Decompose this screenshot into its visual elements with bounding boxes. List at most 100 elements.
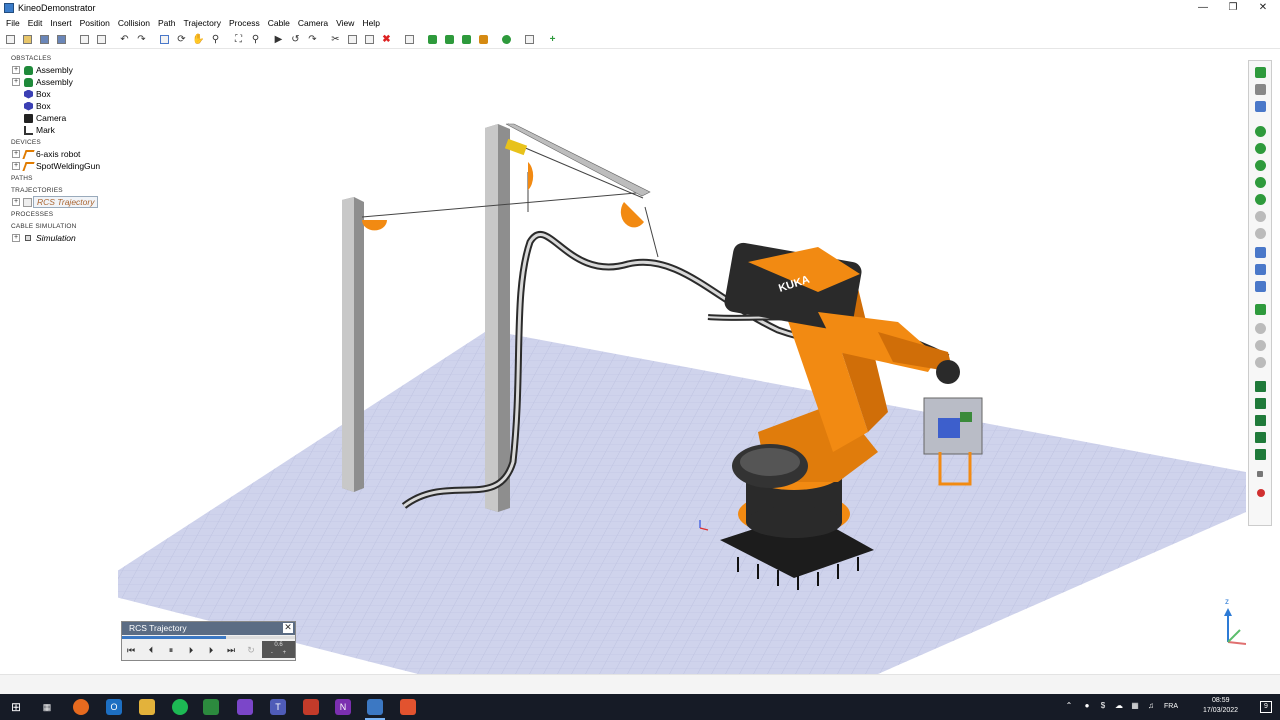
speed-minus-button[interactable]: -: [271, 650, 273, 656]
spotify-icon[interactable]: [172, 699, 188, 715]
reset-icon[interactable]: ↺: [289, 33, 302, 46]
layer-icon[interactable]: [1255, 415, 1266, 426]
menu-process[interactable]: Process: [227, 18, 266, 28]
network-icon[interactable]: ▦: [1130, 701, 1140, 711]
zoom-out-icon[interactable]: [1255, 143, 1266, 154]
import-icon[interactable]: [78, 33, 91, 46]
play-icon[interactable]: ▶: [272, 33, 285, 46]
maximize-button[interactable]: ❐: [1218, 0, 1248, 16]
menu-collision[interactable]: Collision: [116, 18, 156, 28]
tree-item-rcs-trajectory[interactable]: + RCS Trajectory: [0, 196, 118, 208]
save-icon[interactable]: [38, 33, 51, 46]
tree-item-camera[interactable]: Camera: [0, 112, 118, 124]
menu-view[interactable]: View: [334, 18, 360, 28]
menu-trajectory[interactable]: Trajectory: [182, 18, 227, 28]
outlook-icon[interactable]: O: [106, 699, 122, 715]
expand-icon[interactable]: +: [12, 198, 20, 206]
menu-position[interactable]: Position: [78, 18, 116, 28]
app-icon[interactable]: [400, 699, 416, 715]
layer-icon[interactable]: [1255, 381, 1266, 392]
go-start-button[interactable]: ⏮: [124, 643, 138, 657]
player-progress-bar[interactable]: [122, 636, 295, 639]
view-icon[interactable]: [1255, 67, 1266, 78]
volume-icon[interactable]: ♫: [1146, 701, 1156, 711]
paste-icon[interactable]: [363, 33, 376, 46]
menu-file[interactable]: File: [4, 18, 26, 28]
redo-icon[interactable]: ↷: [135, 33, 148, 46]
optimizer-icon[interactable]: [443, 33, 456, 46]
layer-icon[interactable]: [1255, 398, 1266, 409]
menu-cable[interactable]: Cable: [266, 18, 296, 28]
expand-icon[interactable]: +: [12, 66, 20, 74]
loop-icon[interactable]: ↻: [244, 643, 258, 657]
delete-icon[interactable]: ✖: [380, 33, 393, 46]
zoom-disabled-icon[interactable]: [1255, 228, 1266, 239]
menu-help[interactable]: Help: [360, 18, 385, 28]
cloud-icon[interactable]: ☁: [1114, 701, 1124, 711]
pause-button[interactable]: ⏸: [164, 643, 178, 657]
clock-date[interactable]: 17/03/2022: [1203, 707, 1238, 714]
dollar-icon[interactable]: $: [1098, 701, 1108, 711]
axis-icon[interactable]: [1255, 264, 1266, 275]
menu-path[interactable]: Path: [156, 18, 182, 28]
firefox-icon[interactable]: [73, 699, 89, 715]
rotate-alt-icon[interactable]: [1255, 340, 1266, 351]
microphone-icon[interactable]: ●: [1082, 701, 1092, 711]
layer-icon[interactable]: [1255, 449, 1266, 460]
language-indicator[interactable]: FRA: [1164, 703, 1178, 710]
rotate-reset-icon[interactable]: [1255, 357, 1266, 368]
speed-plus-button[interactable]: +: [283, 650, 287, 656]
step-forward-button[interactable]: ⏵: [204, 643, 218, 657]
minimize-button[interactable]: —: [1188, 0, 1218, 16]
task-view-icon[interactable]: ▦: [39, 699, 55, 715]
transform-icon[interactable]: [523, 33, 536, 46]
fit-all-icon[interactable]: ⛶: [232, 33, 245, 46]
menu-edit[interactable]: Edit: [26, 18, 49, 28]
view-top-icon[interactable]: [1255, 101, 1266, 112]
tree-item-assembly[interactable]: + Assembly: [0, 64, 118, 76]
layer-icon[interactable]: [1255, 432, 1266, 443]
3d-viewport[interactable]: KUKA z: [118, 52, 1246, 674]
pick-icon[interactable]: [1257, 471, 1263, 477]
tree-item-simulation[interactable]: + Simulation: [0, 232, 118, 244]
app-icon[interactable]: [303, 699, 319, 715]
expand-icon[interactable]: +: [12, 78, 20, 86]
kineo-app-icon[interactable]: [365, 699, 385, 720]
frame-icon[interactable]: [1255, 247, 1266, 258]
chevron-up-icon[interactable]: ⌃: [1064, 701, 1074, 711]
zoom-in-icon[interactable]: [1255, 126, 1266, 137]
zoom-disabled-icon[interactable]: [1255, 211, 1266, 222]
play-button[interactable]: ⏵: [184, 643, 198, 657]
undo-icon[interactable]: ↶: [118, 33, 131, 46]
select-icon[interactable]: [158, 33, 171, 46]
windows-start-icon[interactable]: ⊞: [8, 699, 24, 715]
export-icon[interactable]: [95, 33, 108, 46]
sheets-icon[interactable]: [203, 699, 219, 715]
speed-control[interactable]: 0.6 - +: [262, 641, 295, 658]
expand-icon[interactable]: +: [12, 162, 20, 170]
tree-item-6-axis-robot[interactable]: + 6-axis robot: [0, 148, 118, 160]
tree-item-box[interactable]: Box: [0, 100, 118, 112]
onenote-icon[interactable]: N: [335, 699, 351, 715]
cut-icon[interactable]: ✂: [329, 33, 342, 46]
rotate-icon[interactable]: [1255, 323, 1266, 334]
pan-view-icon[interactable]: ✋: [192, 33, 205, 46]
tree-item-mark[interactable]: Mark: [0, 124, 118, 136]
file-explorer-icon[interactable]: [139, 699, 155, 715]
view-front-icon[interactable]: [1255, 84, 1266, 95]
zoom-selection-icon[interactable]: [1255, 194, 1266, 205]
path-icon[interactable]: [500, 33, 513, 46]
menu-camera[interactable]: Camera: [296, 18, 334, 28]
tree-item-box[interactable]: Box: [0, 88, 118, 100]
rotate-view-icon[interactable]: ⟳: [175, 33, 188, 46]
step-icon[interactable]: ↷: [306, 33, 319, 46]
menu-insert[interactable]: Insert: [48, 18, 77, 28]
new-file-icon[interactable]: [4, 33, 17, 46]
check-icon[interactable]: [1255, 304, 1266, 315]
copy-icon[interactable]: [346, 33, 359, 46]
player-close-button[interactable]: ✕: [283, 623, 293, 633]
zoom-view-icon[interactable]: ⚲: [209, 33, 222, 46]
planner-icon[interactable]: [426, 33, 439, 46]
marker-icon[interactable]: [1257, 489, 1265, 497]
tree-item-assembly[interactable]: + Assembly: [0, 76, 118, 88]
